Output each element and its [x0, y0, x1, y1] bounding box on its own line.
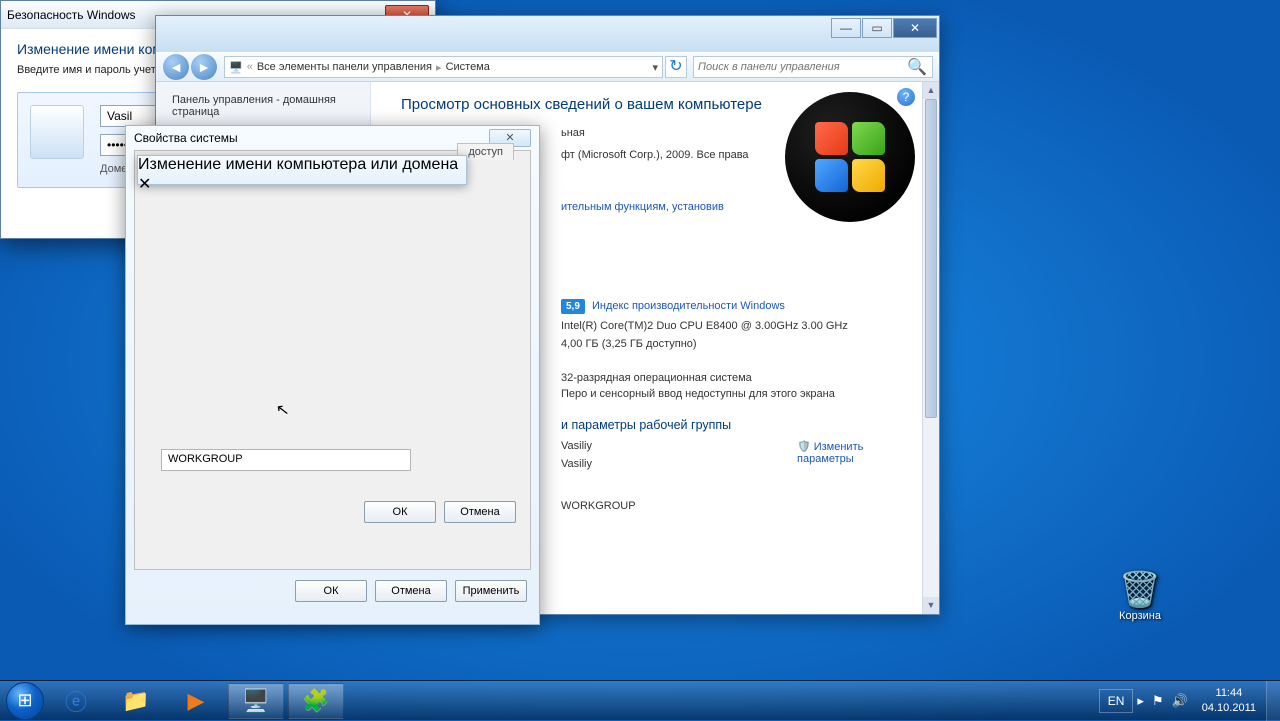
windows-logo	[785, 92, 915, 222]
taskbar-mediaplayer-icon[interactable]: ▶	[168, 683, 224, 719]
tray-volume-icon[interactable]: 🔊	[1172, 693, 1188, 709]
workgroup-heading: и параметры рабочей группы	[561, 418, 921, 432]
namechange-title-text: Изменение имени компьютера или домена	[138, 156, 458, 173]
recycle-bin-label: Корзина	[1100, 610, 1180, 622]
scroll-thumb[interactable]	[925, 99, 937, 418]
taskbar-ie-icon[interactable]: ⓔ	[48, 683, 104, 719]
close-button[interactable]: ✕	[893, 18, 937, 38]
pen-value: Перо и сенсорный ввод недоступны для это…	[561, 388, 921, 400]
taskbar: ⓔ 📁 ▶ 🖥️ 🧩 EN ▸ ⚑ 🔊 11:44 04.10.2011	[0, 680, 1280, 720]
sysprop-apply-button[interactable]: Применить	[455, 580, 527, 602]
workgroup-value: WORKGROUP	[561, 500, 797, 512]
taskbar-system-window[interactable]: 🖥️	[228, 683, 284, 719]
tray-flag-icon[interactable]: ▸	[1137, 693, 1144, 709]
search-input[interactable]	[694, 61, 902, 73]
name-change-dialog: Изменение имени компьютера или домена ✕	[137, 155, 467, 185]
tray-action-center-icon[interactable]: ⚑	[1152, 693, 1164, 709]
system-properties-dialog: Свойства системы ✕ доступ WORKGROUP ОК О…	[125, 125, 540, 625]
clock-time: 11:44	[1202, 686, 1256, 700]
start-button[interactable]	[6, 682, 44, 720]
nav-toolbar: ◄ ► 🖥️ « Все элементы панели управления …	[156, 52, 939, 82]
shield-icon: 🛡️	[797, 441, 811, 453]
taskbar-clock[interactable]: 11:44 04.10.2011	[1192, 686, 1266, 715]
sysprop-ok-button[interactable]: ОК	[295, 580, 367, 602]
nav-back-button[interactable]: ◄	[163, 54, 189, 80]
namechange-cancel-button[interactable]: Отмена	[444, 501, 516, 523]
scroll-up-icon[interactable]: ▲	[923, 82, 939, 99]
breadcrumb-icon: 🖥️	[229, 61, 243, 74]
namechange-titlebar[interactable]: Изменение имени компьютера или домена ✕	[138, 156, 466, 194]
cpu-value: Intel(R) Core(TM)2 Duo CPU E8400 @ 3.00G…	[561, 320, 921, 332]
sysprop-title-text: Свойства системы	[134, 131, 238, 145]
search-icon[interactable]: 🔍	[902, 57, 932, 77]
clock-date: 04.10.2011	[1202, 701, 1256, 715]
sysprop-cancel-button[interactable]: Отмена	[375, 580, 447, 602]
arch-value: 32-разрядная операционная система	[561, 372, 921, 384]
taskbar-explorer-icon[interactable]: 📁	[108, 683, 164, 719]
trash-icon: 🗑️	[1100, 570, 1180, 610]
namechange-close-button[interactable]: ✕	[138, 176, 151, 193]
scrollbar[interactable]: ▲ ▼	[922, 82, 939, 614]
full-name-value: Vasiliy	[561, 458, 797, 470]
sidebar-home-link[interactable]: Панель управления - домашняя страница	[172, 94, 362, 118]
ram-value: 4,00 ГБ (3,25 ГБ доступно)	[561, 338, 921, 350]
minimize-button[interactable]: —	[831, 18, 861, 38]
search-box[interactable]: 🔍	[693, 56, 933, 78]
breadcrumb-current[interactable]: Система	[446, 61, 490, 73]
language-indicator[interactable]: EN	[1099, 689, 1134, 713]
scroll-down-icon[interactable]: ▼	[923, 597, 939, 614]
user-avatar-icon	[30, 105, 84, 159]
recycle-bin-icon[interactable]: 🗑️ Корзина	[1100, 570, 1180, 622]
titlebar[interactable]: — ▭ ✕	[156, 16, 939, 52]
workgroup-field[interactable]: WORKGROUP	[161, 449, 411, 471]
show-desktop-button[interactable]	[1266, 681, 1280, 721]
namechange-ok-button[interactable]: ОК	[364, 501, 436, 523]
refresh-button[interactable]: ↻	[665, 56, 687, 78]
breadcrumb-root[interactable]: Все элементы панели управления	[257, 61, 432, 73]
taskbar-app-window[interactable]: 🧩	[288, 683, 344, 719]
wei-link[interactable]: Индекс производительности Windows	[592, 300, 785, 312]
computer-name-value: Vasiliy	[561, 440, 797, 452]
breadcrumb[interactable]: 🖥️ « Все элементы панели управления ▸ Си…	[224, 56, 663, 78]
security-title-text: Безопасность Windows	[7, 8, 136, 22]
wei-score-badge: 5,9	[561, 299, 585, 314]
maximize-button[interactable]: ▭	[862, 18, 892, 38]
nav-forward-button[interactable]: ►	[191, 54, 217, 80]
